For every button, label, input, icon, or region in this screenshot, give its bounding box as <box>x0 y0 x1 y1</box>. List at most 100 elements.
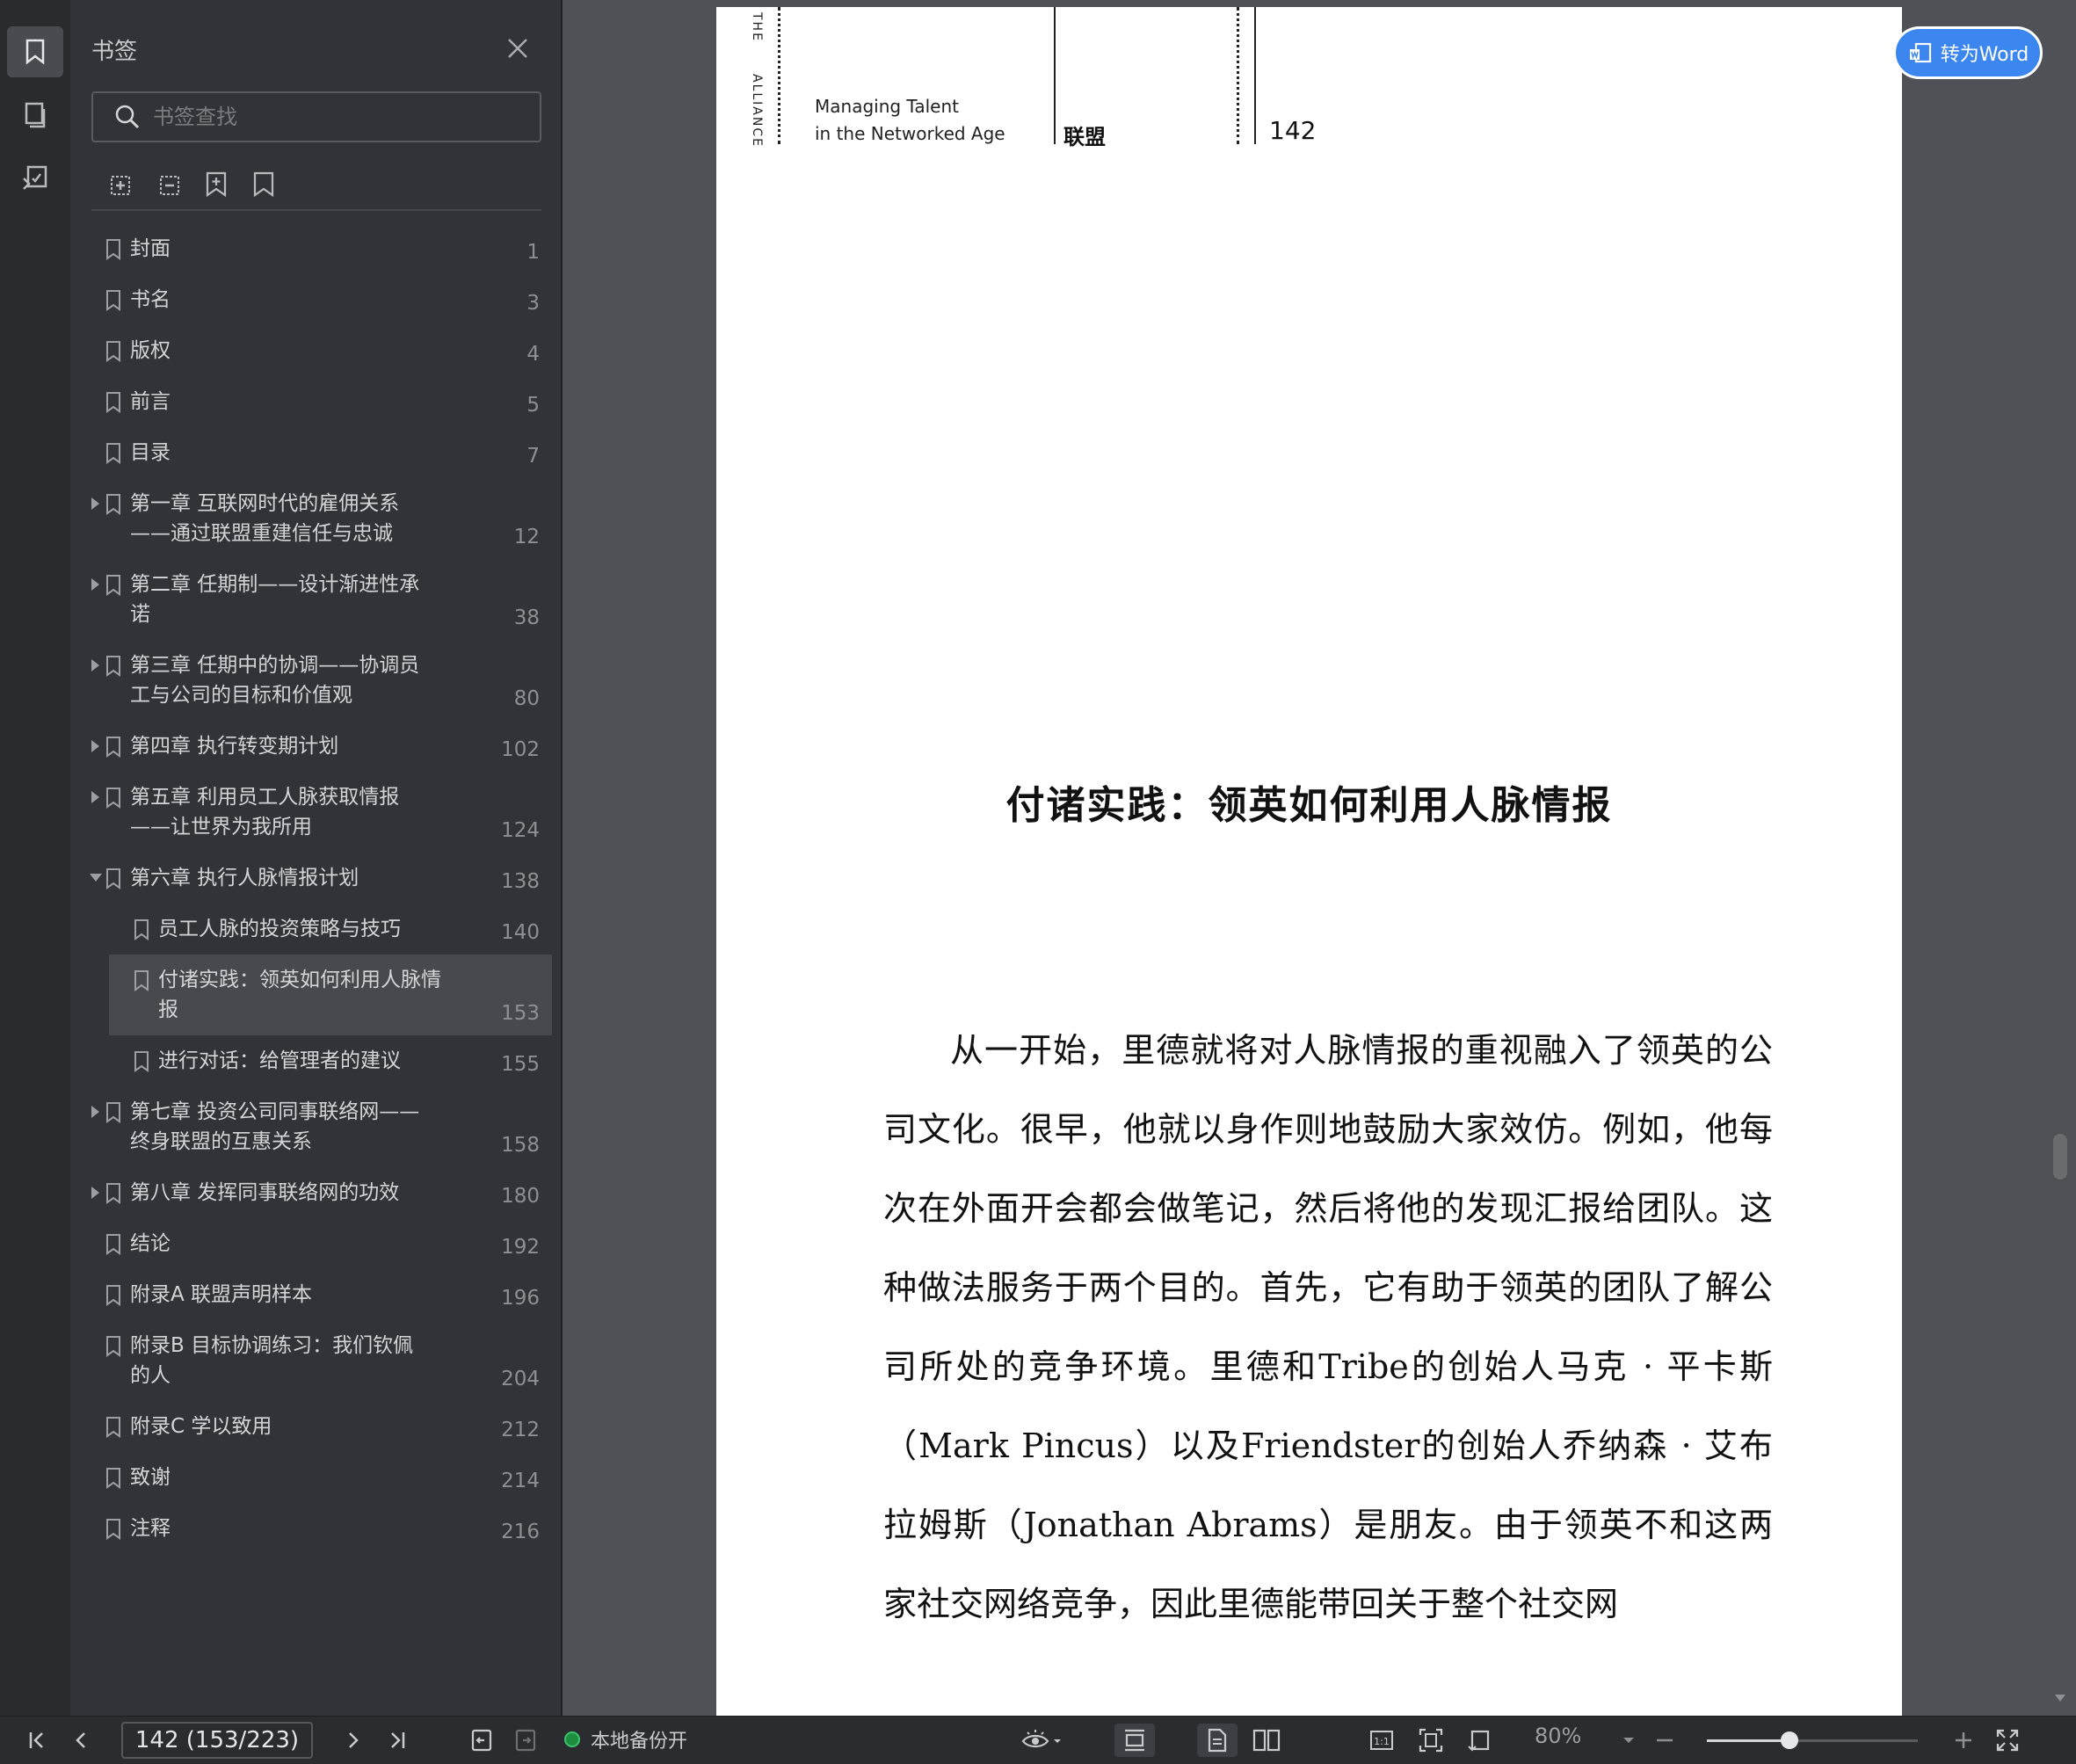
zoom-in-button[interactable] <box>1948 1724 1979 1757</box>
expand-right-arrow-icon[interactable] <box>91 1187 99 1199</box>
bookmark-list: 封面 1 书名 3 版权 4 前言 5 目录 7 第一章 互联网时代的雇佣关系——通过联盟重建信任与… <box>81 223 552 1554</box>
bookmark-item[interactable]: 第二章 任期制——设计渐进性承诺 38 <box>81 559 552 640</box>
bookmark-icon <box>106 494 120 515</box>
bookmark-label: 进行对话：给管理者的建议 <box>158 1049 401 1072</box>
forward-icon <box>515 1729 536 1752</box>
add-bookmark-icon <box>206 171 227 198</box>
single-page-button[interactable] <box>1197 1724 1238 1757</box>
add-bookmark-button[interactable] <box>199 167 234 202</box>
bookmark-icon <box>106 1417 120 1438</box>
body-paragraph: 从一开始，里德就将对人脉情报的重视融入了领英的公司文化。很早，他就以身作则地鼓励… <box>883 1031 1773 1623</box>
expand-right-arrow-icon[interactable] <box>91 791 99 803</box>
thumbnail-panel-button[interactable] <box>7 90 63 141</box>
bookmark-search[interactable] <box>91 91 541 142</box>
bookmark-item[interactable]: 前言 5 <box>81 376 552 427</box>
fit-page-button[interactable] <box>1413 1724 1448 1757</box>
fullscreen-button[interactable] <box>1992 1724 2023 1757</box>
page-number-input[interactable] <box>121 1722 313 1759</box>
remove-bookmark-button[interactable] <box>246 167 281 202</box>
zoom-dropdown[interactable] <box>1615 1724 1642 1757</box>
next-page-button[interactable] <box>338 1724 369 1757</box>
bookmark-label: 致谢 <box>130 1466 171 1489</box>
expand-right-arrow-icon[interactable] <box>91 740 99 752</box>
bookmark-search-input[interactable] <box>151 104 506 130</box>
scroll-down-arrow[interactable] <box>2055 1695 2065 1702</box>
bookmark-subitem[interactable]: 员工人脉的投资策略与技巧 140 <box>109 904 552 955</box>
bookmark-item[interactable]: 封面 1 <box>81 223 552 274</box>
bookmark-item[interactable]: 书名 3 <box>81 274 552 325</box>
bookmark-item[interactable]: 第三章 任期中的协调——协调员工与公司的目标和价值观 80 <box>81 640 552 721</box>
bookmark-item[interactable]: 附录B 目标协调练习：我们钦佩的人 204 <box>81 1320 552 1401</box>
bookmark-icon <box>134 970 149 991</box>
expand-right-arrow-icon[interactable] <box>91 578 99 591</box>
bookmark-icon <box>106 656 120 677</box>
bookmark-item[interactable]: 附录C 学以致用 212 <box>81 1401 552 1452</box>
expand-all-button[interactable] <box>102 167 137 202</box>
expand-all-icon <box>111 176 130 195</box>
pages-icon <box>25 102 46 128</box>
bookmark-item[interactable]: 第五章 利用员工人脉获取情报——让世界为我所用 124 <box>81 772 552 853</box>
annotation-panel-button[interactable] <box>7 153 63 204</box>
minus-icon <box>1657 1739 1673 1742</box>
fullscreen-icon <box>1996 1729 2019 1752</box>
local-backup-status[interactable]: 本地备份开 <box>564 1725 687 1753</box>
bookmark-page: 155 <box>501 1053 540 1076</box>
bookmark-icon <box>134 919 149 940</box>
actual-size-button[interactable]: 1:1 <box>1364 1724 1399 1757</box>
collapse-all-icon <box>160 176 179 195</box>
last-page-button[interactable] <box>381 1724 413 1757</box>
expand-right-arrow-icon[interactable] <box>91 659 99 671</box>
bookmark-item[interactable]: 目录 7 <box>81 427 552 478</box>
eye-protection-button[interactable] <box>1016 1724 1069 1757</box>
double-page-button[interactable] <box>1246 1724 1287 1757</box>
forward-button[interactable] <box>510 1724 541 1757</box>
collapse-all-button[interactable] <box>151 167 186 202</box>
bookmark-label: 注释 <box>130 1517 171 1540</box>
bookmark-page: 38 <box>513 606 540 629</box>
bookmark-page: 12 <box>513 526 540 548</box>
bookmark-panel-button[interactable] <box>7 26 63 77</box>
bookmark-panel: 书签 封面 1 书名 3 版权 4 前言 5 目录 7 第一章 互联网时代的雇佣关系——通过联盟重建… <box>70 0 561 1716</box>
single-page-continuous-button[interactable] <box>1114 1724 1155 1757</box>
bookmark-item[interactable]: 版权 4 <box>81 325 552 376</box>
bookmark-page: 180 <box>501 1185 540 1208</box>
bookmark-subitem[interactable]: 进行对话：给管理者的建议 155 <box>109 1035 552 1086</box>
expand-right-arrow-icon[interactable] <box>91 1106 99 1118</box>
rotate-button[interactable] <box>1463 1724 1498 1757</box>
zoom-slider-knob[interactable] <box>1781 1731 1798 1749</box>
vertical-scrollbar-thumb[interactable] <box>2053 1134 2067 1180</box>
close-panel-button[interactable] <box>503 33 533 63</box>
bookmark-label: 员工人脉的投资策略与技巧 <box>158 918 401 940</box>
bookmark-item[interactable]: 附录A 联盟声明样本 196 <box>81 1269 552 1320</box>
bookmark-item[interactable]: 第六章 执行人脉情报计划 138 <box>81 853 552 904</box>
document-viewport[interactable]: THE ALLIANCE Managing Talent in the Netw… <box>563 0 2076 1716</box>
convert-to-word-button[interactable]: 转为Word <box>1893 26 2043 79</box>
back-button[interactable] <box>466 1724 497 1757</box>
bookmark-icon <box>106 737 120 758</box>
bookmark-label: 目录 <box>130 441 171 464</box>
bookmark-label: 第四章 执行转变期计划 <box>130 735 339 758</box>
word-convert-icon <box>1909 42 1931 63</box>
previous-page-button[interactable] <box>65 1724 97 1757</box>
bookmark-item[interactable]: 致谢 214 <box>81 1452 552 1503</box>
bookmark-item[interactable]: 第四章 执行转变期计划 102 <box>81 721 552 772</box>
zoom-out-button[interactable] <box>1649 1724 1680 1757</box>
bookmark-item[interactable]: 第八章 发挥同事联络网的功效 180 <box>81 1167 552 1218</box>
zoom-level[interactable]: 80% <box>1535 1724 1581 1748</box>
bookmark-item[interactable]: 注释 216 <box>81 1503 552 1554</box>
annotation-icon <box>23 165 47 190</box>
expand-down-arrow-icon[interactable] <box>90 874 102 882</box>
bookmark-icon <box>106 1102 120 1123</box>
bookmark-item[interactable]: 结论 192 <box>81 1218 552 1269</box>
zoom-slider[interactable] <box>1707 1731 1918 1749</box>
bookmark-label: 第一章 互联网时代的雇佣关系——通过联盟重建信任与忠诚 <box>130 492 400 545</box>
bookmark-icon <box>106 1234 120 1255</box>
header-divider <box>1054 7 1056 144</box>
bookmark-item[interactable]: 第七章 投资公司同事联络网——终身联盟的互惠关系 158 <box>81 1086 552 1167</box>
back-icon <box>471 1729 492 1752</box>
bookmark-item[interactable]: 第一章 互联网时代的雇佣关系——通过联盟重建信任与忠诚 12 <box>81 478 552 559</box>
expand-right-arrow-icon[interactable] <box>91 497 99 510</box>
first-page-button[interactable] <box>21 1724 53 1757</box>
backup-status-label: 本地备份开 <box>591 1731 688 1753</box>
bookmark-subitem[interactable]: 付诸实践：领英如何利用人脉情报 153 <box>109 955 552 1035</box>
